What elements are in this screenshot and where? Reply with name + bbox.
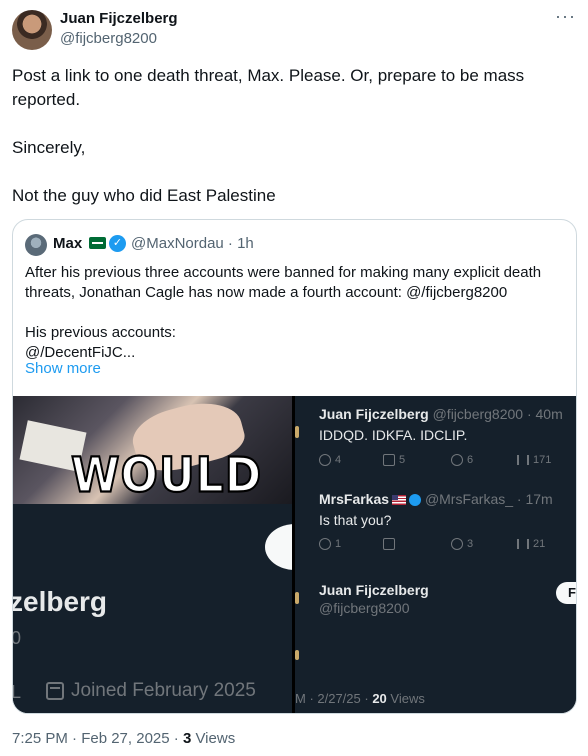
heart-icon <box>451 538 463 551</box>
quoted-tweet[interactable]: Max ✓ @MaxNordau · 1h After his previous… <box>12 219 577 714</box>
quote-line: @/DecentFiJC... <box>25 344 136 361</box>
profile-card-name: Juan Fijczelberg <box>319 582 429 598</box>
profile-name-fragment: zelberg <box>13 586 108 617</box>
show-more-link[interactable]: Show more <box>25 360 101 377</box>
views-label: Views <box>191 730 236 747</box>
reply2-name: MrsFarkas <box>319 491 390 507</box>
follow-button: Foll <box>556 582 576 604</box>
flag-icon <box>89 237 106 249</box>
views-icon <box>517 539 529 550</box>
profile-card-handle: @fijcberg8200 <box>319 600 410 616</box>
author-handle[interactable]: @fijcberg8200 <box>60 30 157 47</box>
author-avatar[interactable] <box>12 10 52 50</box>
avatar-edge <box>295 426 299 438</box>
joined-date: Joined February 2025 <box>71 680 256 701</box>
reply1-likes: 6 <box>451 454 473 467</box>
tweet-text: Post a link to one death threat, Max. Pl… <box>12 64 572 232</box>
heart-icon <box>451 454 463 467</box>
reply1-replies: 4 <box>319 454 341 467</box>
quote-line: After his previous three accounts were b… <box>25 264 542 281</box>
profile-handle-fragment: 0 <box>13 628 21 649</box>
quote-line <box>25 303 570 323</box>
reply2-views: 21 <box>517 538 545 550</box>
reply2-replies: 1 <box>319 538 341 551</box>
media-image-right[interactable]: Juan Fijczelberg @fijcberg8200 · 40m IDD… <box>295 396 576 713</box>
reply2-header: MrsFarkas @MrsFarkas_ · 17m <box>319 491 553 507</box>
media-grid[interactable]: WOULD zelberg 0 L Joined February 2025 J… <box>13 396 576 713</box>
reply2-likes: 3 <box>451 538 473 551</box>
reply1-views: 171 <box>517 454 551 466</box>
reply1-reposts: 5 <box>383 454 405 467</box>
tweet-paragraph: Sincerely, <box>12 138 86 157</box>
more-options-icon[interactable]: ··· <box>555 6 576 27</box>
reply2-text: Is that you? <box>319 512 392 528</box>
reply1-handle: @fijcberg8200 · 40m <box>432 406 563 422</box>
media-image-left[interactable]: WOULD zelberg 0 L Joined February 2025 <box>13 396 292 713</box>
reply-icon <box>319 454 331 467</box>
gif-image: WOULD <box>13 396 292 504</box>
reply2-handle: @MrsFarkas_ · 17m <box>424 491 553 507</box>
repost-icon <box>383 538 395 551</box>
us-flag-icon <box>392 495 407 506</box>
calendar-icon <box>46 682 64 700</box>
quote-author-name: Max <box>53 235 83 252</box>
verified-badge-icon <box>409 494 422 507</box>
gif-caption: WOULD <box>70 446 263 504</box>
reply1-name: Juan Fijczelberg <box>319 406 429 422</box>
tweet-paragraph: Post a link to one death threat, Max. Pl… <box>12 66 525 109</box>
verified-badge-icon: ✓ <box>109 235 126 252</box>
tweet-timestamp[interactable]: 7:25 PM · Feb 27, 2025 · <box>12 730 183 747</box>
tweet-footer: 7:25 PM · Feb 27, 2025 · 3 Views <box>12 730 235 747</box>
reply1-header: Juan Fijczelberg @fijcberg8200 · 40m <box>319 406 563 422</box>
quote-line: His previous accounts: <box>25 324 176 341</box>
reply1-text: IDDQD. IDKFA. IDCLIP. <box>319 427 468 443</box>
repost-icon <box>383 454 395 467</box>
avatar-edge <box>295 592 299 604</box>
views-icon <box>517 455 529 466</box>
avatar-edge <box>295 650 299 660</box>
author-name[interactable]: Juan Fijczelberg <box>60 10 178 27</box>
quote-text: After his previous three accounts were b… <box>25 263 570 363</box>
tweet-paragraph: Not the guy who did East Palestine <box>12 186 276 205</box>
quote-author-handle: @MaxNordau · 1h <box>131 235 254 252</box>
reply-icon <box>319 538 331 551</box>
quote-line: threats, Jonathan Cagle has now made a f… <box>25 284 508 301</box>
location-fragment: L <box>13 682 21 703</box>
quote-avatar <box>25 234 47 256</box>
reply2-reposts <box>383 538 399 551</box>
right-footer: M · 2/27/25 · 20 Views <box>295 691 425 706</box>
